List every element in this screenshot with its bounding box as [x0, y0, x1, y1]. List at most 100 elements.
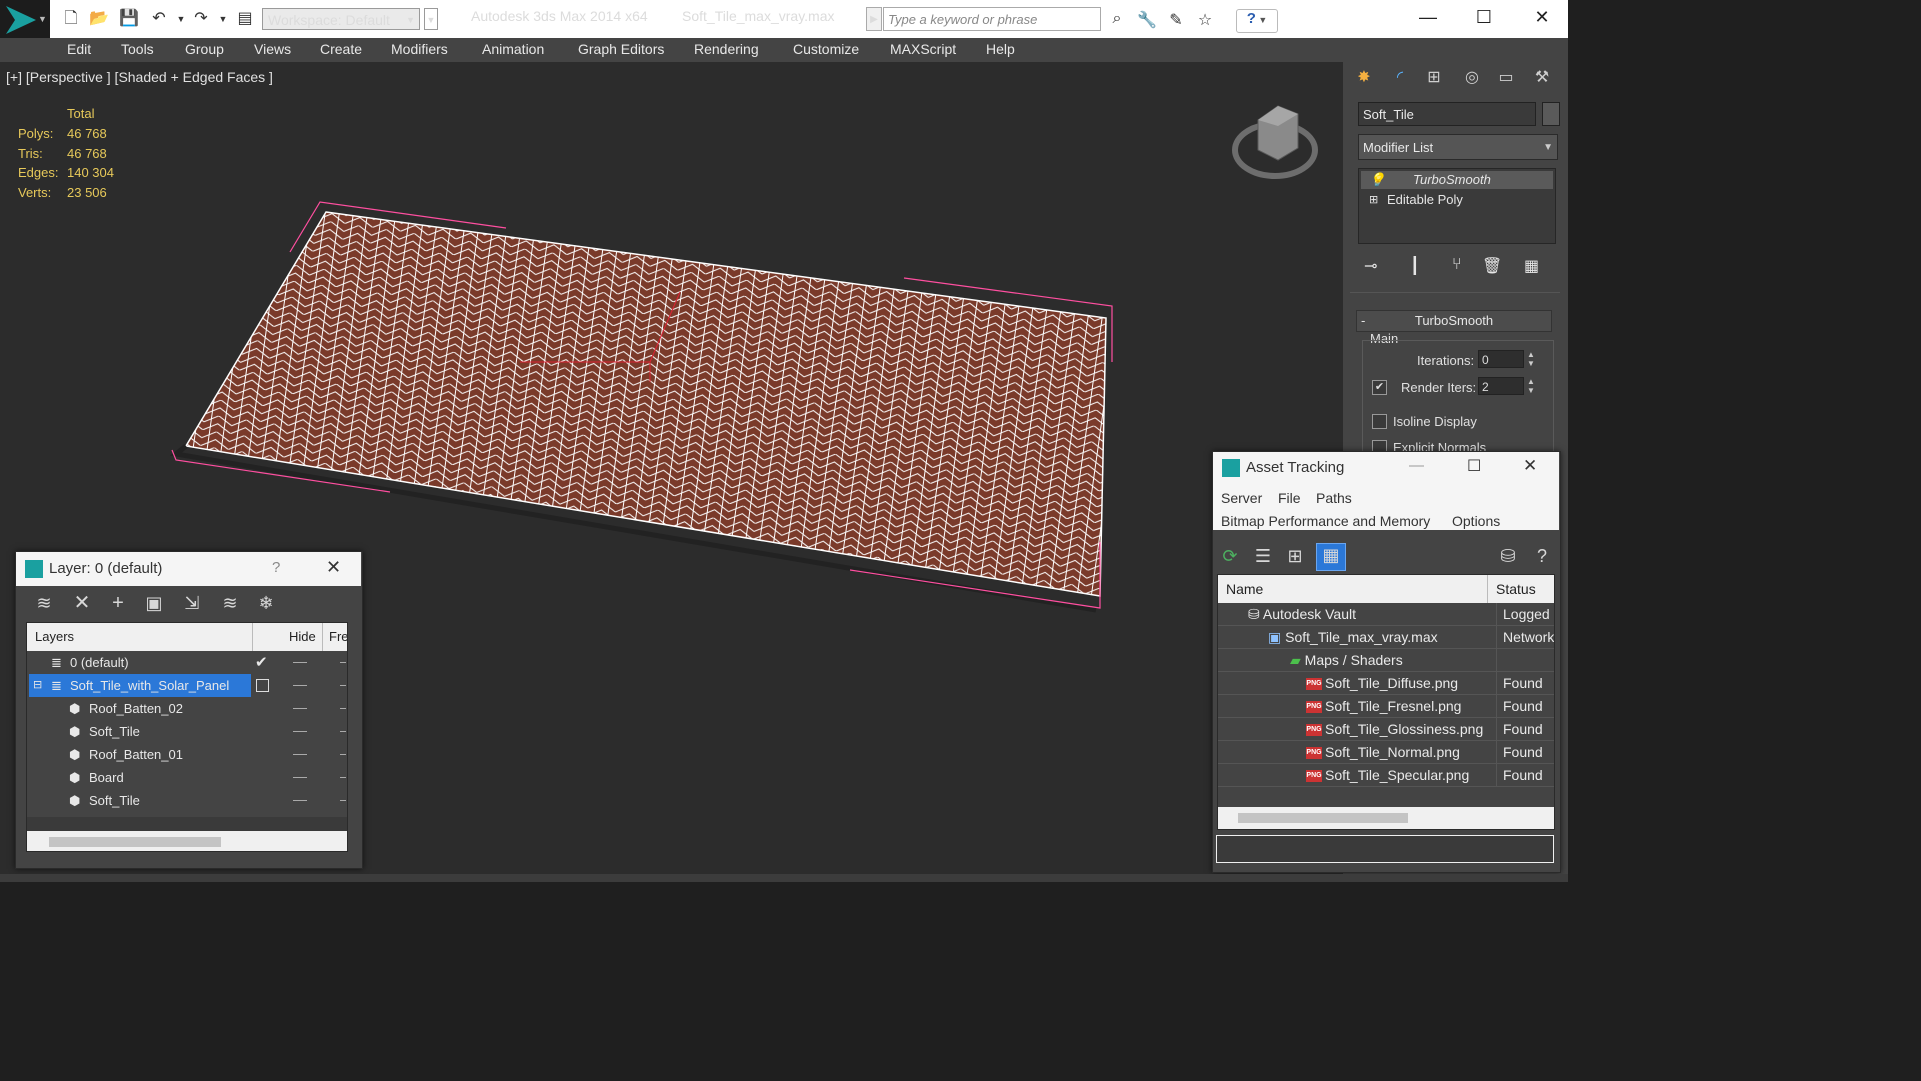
current-layer-check-icon[interactable]: ✔: [255, 651, 268, 674]
menu-animation[interactable]: Animation: [482, 41, 544, 57]
hide-toggle[interactable]: [293, 800, 307, 801]
layer-row-soft-tile-with-solar-panel[interactable]: ⊟ ≣ Soft_Tile_with_Solar_Panel: [27, 674, 347, 697]
scrollbar-thumb[interactable]: [1238, 813, 1408, 823]
hide-toggle[interactable]: [293, 708, 307, 709]
make-unique-icon[interactable]: ⑂: [1452, 256, 1462, 274]
hide-toggle[interactable]: [293, 754, 307, 755]
layer-row-object[interactable]: ⬢ Roof_Batten_01: [27, 743, 347, 766]
remove-modifier-icon[interactable]: 🗑: [1482, 256, 1502, 276]
modify-tab-icon[interactable]: ◜: [1386, 66, 1414, 90]
layer-row-object[interactable]: ⬢ Soft_Tile: [27, 789, 347, 812]
quick-access-customize-button[interactable]: ▼: [424, 8, 438, 30]
isoline-display-checkbox[interactable]: [1372, 414, 1387, 429]
viewcube[interactable]: [1228, 98, 1324, 188]
configure-modifier-sets-icon[interactable]: ▦: [1524, 256, 1539, 276]
asset-row-png[interactable]: PNG Soft_Tile_Glossiness.png Found: [1218, 718, 1554, 741]
create-layer-icon[interactable]: ≋: [32, 592, 56, 614]
layer-dialog-titlebar[interactable]: Layer: 0 (default) ? ✕: [16, 552, 361, 586]
hide-toggle[interactable]: [293, 777, 307, 778]
workspace-dropdown[interactable]: Workspace: Default ▼: [262, 8, 420, 30]
app-menu-button[interactable]: ▼: [0, 0, 50, 38]
close-button[interactable]: ✕: [1522, 4, 1562, 30]
freeze-toggle[interactable]: [340, 685, 346, 686]
close-icon[interactable]: ✕: [326, 557, 341, 578]
object-color-swatch[interactable]: [1542, 102, 1560, 126]
help-icon[interactable]: ?: [272, 559, 280, 576]
add-to-layer-icon[interactable]: +: [106, 592, 130, 614]
tree-view-icon[interactable]: ⊞: [1283, 545, 1307, 567]
menu-help[interactable]: Help: [986, 41, 1015, 57]
minimize-icon[interactable]: —: [1409, 457, 1424, 474]
menu-maxscript[interactable]: MAXScript: [890, 41, 956, 57]
delete-layer-icon[interactable]: ✕: [70, 592, 94, 614]
highlight-selected-icon[interactable]: ⇲: [180, 592, 204, 614]
asset-row-vault[interactable]: ⛁ Autodesk Vault Logged C: [1218, 603, 1554, 626]
show-end-result-icon[interactable]: ┃: [1410, 256, 1420, 276]
help-button[interactable]: ? ▼: [1236, 9, 1278, 33]
layer-row-object[interactable]: ⬢ Board: [27, 766, 347, 789]
asset-row-max-file[interactable]: ▣ Soft_Tile_max_vray.max Network: [1218, 626, 1554, 649]
save-icon[interactable]: 💾: [118, 8, 140, 30]
new-file-icon[interactable]: 🗋: [60, 8, 82, 30]
asset-menu-server[interactable]: Server: [1221, 490, 1262, 506]
menu-edit[interactable]: Edit: [67, 41, 91, 57]
column-header-layers[interactable]: Layers: [27, 623, 253, 651]
freeze-toggle[interactable]: [340, 800, 346, 801]
asset-row-png[interactable]: PNG Soft_Tile_Specular.png Found: [1218, 764, 1554, 787]
asset-horizontal-scrollbar[interactable]: [1218, 807, 1554, 829]
select-objects-icon[interactable]: ▣: [142, 592, 166, 614]
asset-row-png[interactable]: PNG Soft_Tile_Diffuse.png Found: [1218, 672, 1554, 695]
menu-tools[interactable]: Tools: [121, 41, 154, 57]
iterations-spinner[interactable]: 0: [1478, 350, 1524, 368]
favorites-star-icon[interactable]: ☆: [1194, 10, 1216, 30]
turbosmooth-rollout-header[interactable]: - TurboSmooth: [1356, 310, 1552, 332]
hide-toggle[interactable]: [293, 731, 307, 732]
object-name-field[interactable]: Soft_Tile: [1358, 102, 1536, 126]
asset-row-maps-folder[interactable]: ▰ Maps / Shaders: [1218, 649, 1554, 672]
lightbulb-icon[interactable]: 💡: [1369, 171, 1385, 189]
column-header-status[interactable]: Status: [1488, 575, 1554, 603]
undo-icon[interactable]: ↶: [148, 8, 170, 30]
menu-rendering[interactable]: Rendering: [694, 41, 759, 57]
asset-path-field[interactable]: [1216, 835, 1554, 863]
modifier-list-dropdown[interactable]: Modifier List ▼: [1358, 134, 1558, 160]
redo-dropdown-icon[interactable]: ▼: [212, 8, 234, 30]
horizontal-scrollbar[interactable]: [27, 831, 347, 851]
stack-item-editable-poly[interactable]: ⊞ Editable Poly: [1361, 191, 1553, 209]
spinner-arrows-icon[interactable]: ▲ ▼: [1527, 377, 1535, 395]
provider-icon[interactable]: ⛁: [1496, 545, 1520, 567]
minimize-button[interactable]: —: [1408, 4, 1448, 30]
layer-row-object[interactable]: ⬢ Roof_Batten_02: [27, 697, 347, 720]
column-header-freeze[interactable]: Fre: [323, 623, 347, 651]
table-view-icon[interactable]: ▦: [1316, 543, 1346, 571]
pin-stack-icon[interactable]: ⊸: [1364, 256, 1377, 276]
subscription-key-icon[interactable]: 🔧: [1136, 10, 1158, 30]
expand-plus-icon[interactable]: ⊞: [1369, 191, 1378, 209]
column-header-name[interactable]: Name: [1218, 575, 1488, 603]
hide-all-layers-icon[interactable]: ≋: [218, 592, 242, 614]
menu-create[interactable]: Create: [320, 41, 362, 57]
scrollbar-thumb[interactable]: [49, 837, 221, 847]
stack-item-turbosmooth[interactable]: 💡 TurboSmooth: [1361, 171, 1553, 189]
freeze-toggle[interactable]: [340, 662, 346, 663]
asset-dialog-titlebar[interactable]: Asset Tracking — ☐ ✕: [1213, 452, 1559, 484]
open-file-icon[interactable]: 📂: [88, 8, 110, 30]
refresh-icon[interactable]: ⟳: [1218, 545, 1242, 567]
menu-group[interactable]: Group: [185, 41, 224, 57]
asset-menu-options[interactable]: Options: [1452, 513, 1500, 529]
communication-center-icon[interactable]: ✎: [1165, 10, 1187, 30]
binoculars-icon[interactable]: ⌕: [1106, 10, 1128, 30]
layer-row-default[interactable]: ≣ 0 (default) ✔: [27, 651, 347, 674]
column-header-hide[interactable]: Hide: [283, 623, 323, 651]
asset-menu-file[interactable]: File: [1278, 490, 1301, 506]
close-icon[interactable]: ✕: [1523, 456, 1537, 476]
maximize-button[interactable]: ☐: [1464, 4, 1504, 30]
collapse-minus-icon[interactable]: ⊟: [33, 674, 42, 697]
redo-icon[interactable]: ↷: [190, 8, 212, 30]
freeze-toggle[interactable]: [340, 708, 346, 709]
hide-toggle[interactable]: [293, 685, 307, 686]
freeze-toggle[interactable]: [340, 731, 346, 732]
create-tab-icon[interactable]: ✸: [1350, 66, 1378, 90]
asset-help-icon[interactable]: ?: [1530, 545, 1554, 567]
menu-modifiers[interactable]: Modifiers: [391, 41, 448, 57]
